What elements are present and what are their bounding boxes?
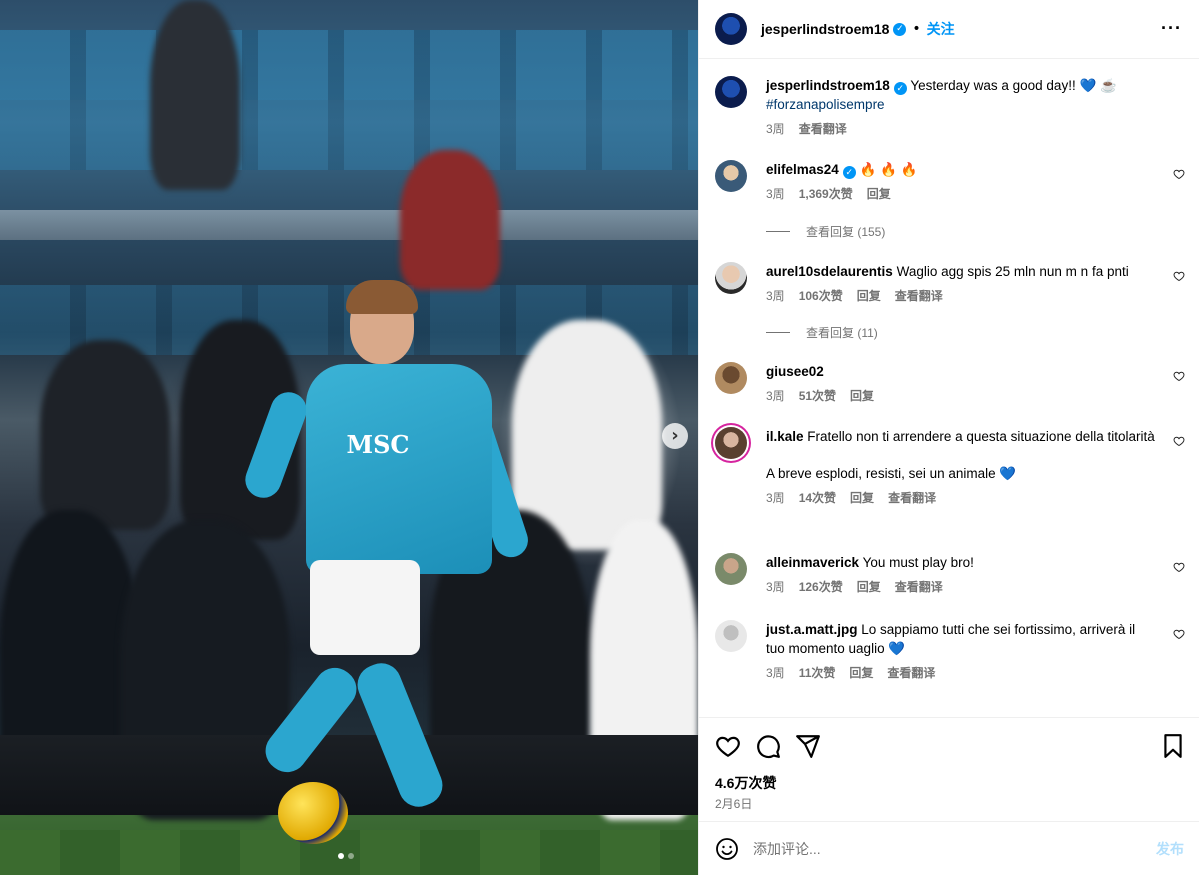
post-actions: 4.6万次赞 2月6日 xyxy=(699,717,1199,821)
see-translation-button[interactable]: 查看翻译 xyxy=(887,664,935,681)
comment-text: You must play bro! xyxy=(862,555,974,570)
caption-hashtag[interactable]: #forzanapolisempre xyxy=(766,97,885,112)
verified-badge-icon: ✓ xyxy=(842,166,856,179)
view-replies-button[interactable]: 查看回复 (155) xyxy=(766,223,885,240)
comment-likes[interactable]: 14次赞 xyxy=(799,489,836,506)
player-shorts xyxy=(310,560,420,655)
comment-time[interactable]: 3周 xyxy=(766,664,785,681)
comment-text-2: A breve esplodi, resisti, sei un animale… xyxy=(766,466,1017,481)
view-replies-label[interactable]: 查看回复 (11) xyxy=(806,324,878,341)
comment-username[interactable]: giusee02 xyxy=(766,364,824,379)
comment-input[interactable] xyxy=(753,840,1156,857)
avatar[interactable] xyxy=(715,553,747,585)
stand-railing xyxy=(0,210,698,240)
comment-username[interactable]: aurel10sdelaurentis xyxy=(766,264,893,279)
reply-button[interactable]: 回复 xyxy=(850,387,874,404)
see-translation-button[interactable]: 查看翻译 xyxy=(895,287,943,304)
avatar[interactable] xyxy=(715,362,747,394)
comment-time[interactable]: 3周 xyxy=(766,489,785,506)
chevron-right-icon[interactable]: › xyxy=(662,423,688,449)
reply-button[interactable]: 回复 xyxy=(857,578,881,595)
comment-likes[interactable]: 126次赞 xyxy=(799,578,843,595)
comment-likes[interactable]: 51次赞 xyxy=(799,387,836,404)
avatar[interactable] xyxy=(715,160,747,192)
player-hair xyxy=(346,280,418,314)
caption-username[interactable]: jesperlindstroem18 xyxy=(766,78,890,93)
likes-count[interactable]: 4.6万次赞 xyxy=(715,773,776,793)
football xyxy=(278,782,348,844)
carousel-dots xyxy=(338,853,354,859)
comment-username[interactable]: il.kale xyxy=(766,429,804,444)
comment-username[interactable]: elifelmas24 xyxy=(766,162,839,177)
bookmark-icon[interactable] xyxy=(1160,733,1186,759)
dugout-bench xyxy=(0,735,698,815)
view-replies-label[interactable]: 查看回复 (155) xyxy=(806,223,885,240)
comment-text: 🔥 🔥 🔥 xyxy=(859,162,918,177)
reply-button[interactable]: 回复 xyxy=(850,489,874,506)
heart-icon[interactable] xyxy=(1173,370,1185,382)
comment-likes[interactable]: 106次赞 xyxy=(799,287,843,304)
comment-username[interactable]: just.a.matt.jpg xyxy=(766,622,858,637)
verified-badge-icon: ✓ xyxy=(893,22,907,36)
divider xyxy=(766,332,790,333)
carousel-dot xyxy=(338,853,344,859)
comment-icon[interactable] xyxy=(755,733,781,759)
emoji-icon[interactable] xyxy=(715,837,739,861)
divider xyxy=(766,231,790,232)
avatar[interactable] xyxy=(715,76,747,108)
post-header: jesperlindstroem18 ✓ • 关注 ··· xyxy=(699,0,1199,59)
heart-icon[interactable] xyxy=(1173,561,1185,573)
follow-button[interactable]: 关注 xyxy=(927,19,955,39)
avatar[interactable] xyxy=(715,13,747,45)
comment-text: Waglio agg spis 25 mln nun m n fa pnti xyxy=(896,264,1129,279)
reply-button[interactable]: 回复 xyxy=(857,287,881,304)
comment-likes[interactable]: 11次赞 xyxy=(799,664,836,681)
heart-icon[interactable] xyxy=(1173,168,1185,180)
caption-time[interactable]: 3周 xyxy=(766,120,785,137)
comment-likes[interactable]: 1,369次赞 xyxy=(799,185,853,202)
heart-icon[interactable] xyxy=(1173,435,1185,447)
staff-member xyxy=(40,340,170,530)
stadium-seats xyxy=(0,30,698,100)
avatar[interactable] xyxy=(715,427,747,459)
view-replies-button[interactable]: 查看回复 (11) xyxy=(766,324,878,341)
comment-time[interactable]: 3周 xyxy=(766,578,785,595)
post-panel: jesperlindstroem18 ✓ • 关注 ··· jesperlind… xyxy=(698,0,1199,875)
heart-icon[interactable] xyxy=(715,733,741,759)
verified-badge-icon: ✓ xyxy=(893,82,907,95)
heart-icon[interactable] xyxy=(1173,270,1185,282)
avatar[interactable] xyxy=(715,262,747,294)
comment-time[interactable]: 3周 xyxy=(766,185,785,202)
post-photo[interactable]: MSC › xyxy=(0,0,698,875)
comment-composer: 发布 xyxy=(699,821,1199,875)
see-translation-button[interactable]: 查看翻译 xyxy=(799,120,847,137)
comment-text: Fratello non ti arrendere a questa situa… xyxy=(807,429,1155,444)
comment-time[interactable]: 3周 xyxy=(766,287,785,304)
see-translation-button[interactable]: 查看翻译 xyxy=(895,578,943,595)
post-comment-button[interactable]: 发布 xyxy=(1156,839,1184,859)
post-date[interactable]: 2月6日 xyxy=(715,795,752,812)
reply-button[interactable]: 回复 xyxy=(867,185,891,202)
heart-icon[interactable] xyxy=(1173,628,1185,640)
spectator xyxy=(150,0,240,190)
player-shirt xyxy=(306,364,492,574)
spectator xyxy=(400,150,500,290)
more-options-icon[interactable]: ··· xyxy=(1161,18,1182,39)
see-translation-button[interactable]: 查看翻译 xyxy=(888,489,936,506)
avatar[interactable] xyxy=(715,620,747,652)
comment-username[interactable]: alleinmaverick xyxy=(766,555,859,570)
share-icon[interactable] xyxy=(795,733,821,759)
sponsor-logo: MSC xyxy=(346,430,410,459)
reply-button[interactable]: 回复 xyxy=(849,664,873,681)
owner-username[interactable]: jesperlindstroem18 xyxy=(761,21,889,37)
carousel-dot xyxy=(348,853,354,859)
caption-text: Yesterday was a good day!! 💙 ☕ xyxy=(910,78,1117,93)
stadium-seats xyxy=(0,100,698,170)
comments-list[interactable]: jesperlindstroem18 ✓ Yesterday was a good… xyxy=(699,60,1199,716)
separator-dot: • xyxy=(912,21,921,37)
comment-time[interactable]: 3周 xyxy=(766,387,785,404)
